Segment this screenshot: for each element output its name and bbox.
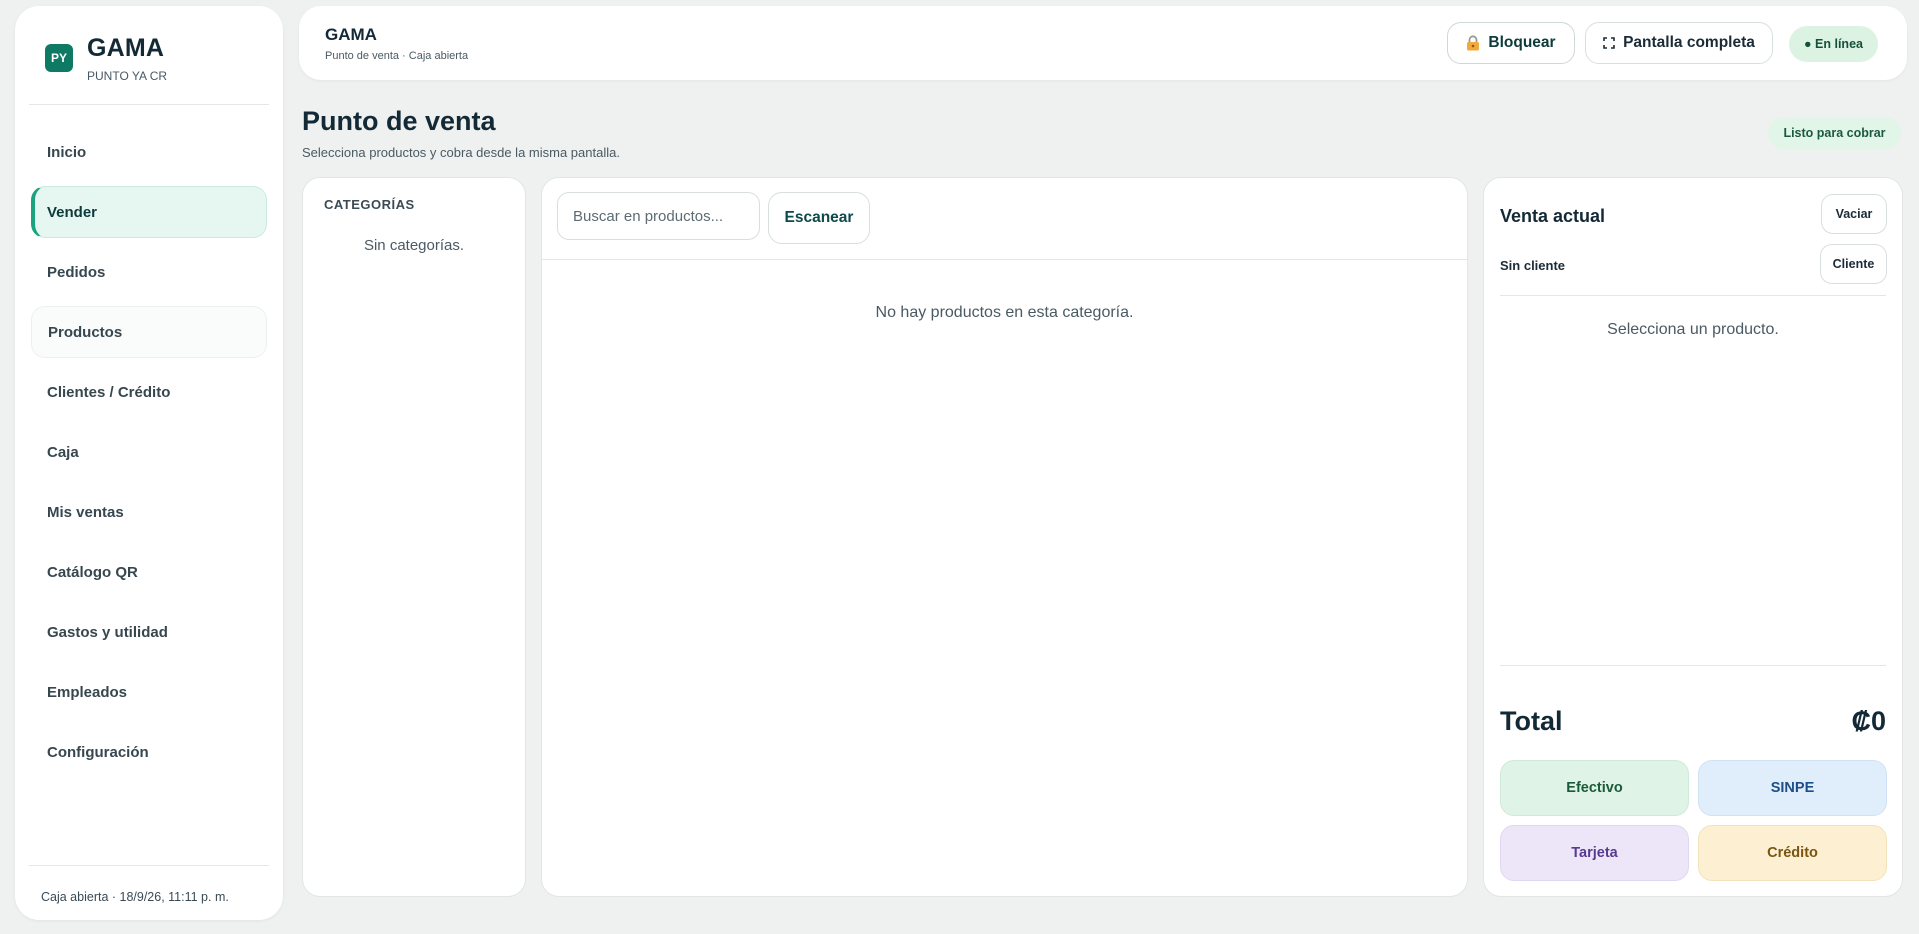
divider: [1500, 665, 1886, 666]
divider: [1500, 295, 1886, 296]
categories-panel: CATEGORÍAS Sin categorías.: [302, 177, 526, 897]
products-panel: Escanear No hay productos en esta catego…: [541, 177, 1468, 897]
pay-cash-button[interactable]: Efectivo: [1500, 760, 1689, 816]
divider: [29, 104, 269, 105]
categories-empty-message: Sin categorías.: [363, 237, 465, 254]
lock-button-label: Bloquear: [1488, 34, 1556, 51]
sidebar-nav: Inicio Vender Pedidos Productos Clientes…: [31, 126, 267, 786]
sidebar-item-catalogo-qr[interactable]: Catálogo QR: [31, 546, 267, 598]
sidebar-item-vender[interactable]: Vender: [31, 186, 267, 238]
divider: [29, 865, 269, 866]
top-header: GAMA Punto de venta · Caja abierta Bloqu…: [299, 6, 1907, 80]
pay-card-button[interactable]: Tarjeta: [1500, 825, 1689, 881]
brand-subtitle: PUNTO YA CR: [87, 69, 168, 83]
brand-logo: PY: [45, 44, 73, 72]
page-title: Punto de venta: [302, 106, 496, 136]
current-sale-panel: Venta actual Vaciar Sin cliente Cliente …: [1483, 177, 1903, 897]
fullscreen-button[interactable]: Pantalla completa: [1585, 22, 1773, 64]
products-empty-message: No hay productos en esta categoría.: [875, 304, 1134, 321]
divider: [542, 259, 1467, 260]
pay-credit-button[interactable]: Crédito: [1698, 825, 1887, 881]
product-search-input[interactable]: [557, 192, 760, 240]
lock-button[interactable]: Bloquear: [1447, 22, 1575, 64]
sidebar-item-caja[interactable]: Caja: [31, 426, 267, 478]
header-subtitle: Punto de venta · Caja abierta: [325, 50, 469, 62]
sidebar-item-configuracion[interactable]: Configuración: [31, 726, 267, 778]
pay-sinpe-button[interactable]: SINPE: [1698, 760, 1887, 816]
brand-name: GAMA: [87, 34, 165, 62]
categories-title: CATEGORÍAS: [324, 197, 415, 212]
lock-icon: [1466, 35, 1480, 51]
sale-client-text: Sin cliente: [1500, 258, 1566, 273]
clear-sale-button[interactable]: Vaciar: [1821, 194, 1887, 234]
brand: PY GAMA PUNTO YA CR: [45, 34, 167, 83]
sidebar-item-clientes-credito[interactable]: Clientes / Crédito: [31, 366, 267, 418]
sale-title: Venta actual: [1500, 206, 1606, 226]
sale-empty-message: Selecciona un producto.: [1607, 321, 1779, 338]
sidebar-item-gastos-utilidad[interactable]: Gastos y utilidad: [31, 606, 267, 658]
fullscreen-icon: [1603, 37, 1615, 49]
sidebar-item-mis-ventas[interactable]: Mis ventas: [31, 486, 267, 538]
header-title: GAMA: [325, 25, 377, 44]
sidebar-item-pedidos[interactable]: Pedidos: [31, 246, 267, 298]
fullscreen-button-label: Pantalla completa: [1623, 34, 1755, 51]
sidebar: PY GAMA PUNTO YA CR Inicio Vender Pedido…: [15, 6, 283, 920]
select-client-button[interactable]: Cliente: [1820, 244, 1887, 284]
ready-status-badge: Listo para cobrar: [1768, 117, 1901, 149]
cash-status-footer: Caja abierta · 18/9/26, 11:11 p. m.: [41, 890, 229, 904]
scan-button[interactable]: Escanear: [768, 192, 870, 244]
sidebar-item-inicio[interactable]: Inicio: [31, 126, 267, 178]
total-label: Total: [1500, 706, 1563, 736]
page-subtitle: Selecciona productos y cobra desde la mi…: [302, 145, 620, 160]
total-value: ₡0: [1851, 706, 1886, 736]
sidebar-item-productos[interactable]: Productos: [31, 306, 267, 358]
online-status-badge: ● En línea: [1789, 26, 1878, 62]
sidebar-item-empleados[interactable]: Empleados: [31, 666, 267, 718]
